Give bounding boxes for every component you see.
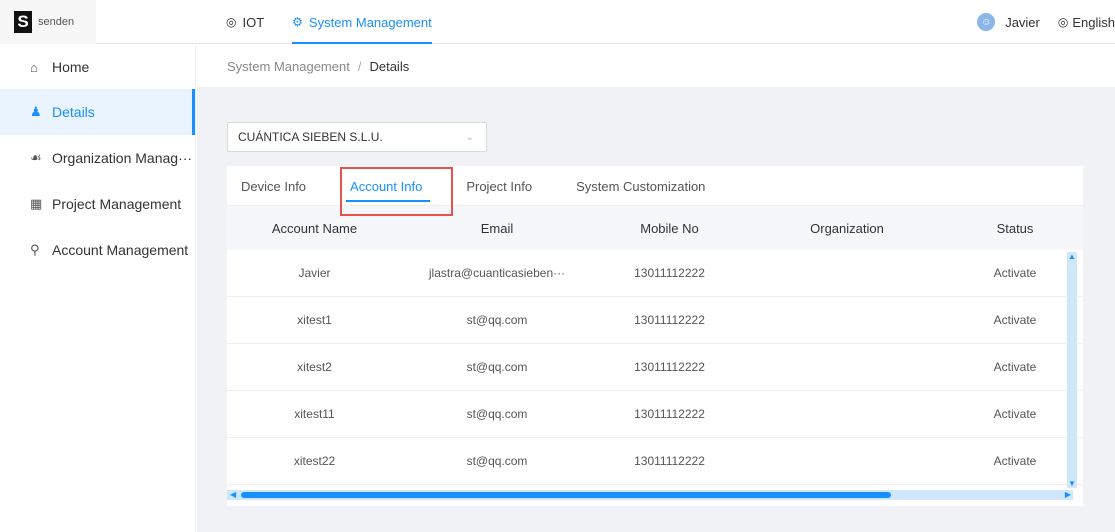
table-row[interactable]: xitest11 st@qq.com 13011112222 Activate: [227, 391, 1083, 438]
sidebar-item-details[interactable]: ♟ Details: [0, 89, 195, 135]
scroll-right-icon[interactable]: ▶: [1065, 490, 1071, 499]
column-header[interactable]: Account Name: [227, 221, 402, 236]
cell-account-name: xitest2: [297, 360, 332, 374]
topnav-label: System Management: [308, 14, 432, 30]
column-header[interactable]: Mobile No: [592, 221, 747, 236]
sidebar-item-label: Organization Manag···: [52, 150, 193, 166]
breadcrumb-current: Details: [369, 58, 410, 74]
scroll-up-icon[interactable]: ▲: [1068, 252, 1076, 261]
cell-status: Activate: [993, 454, 1037, 468]
sidebar-item-label: Home: [52, 59, 90, 75]
home-icon: ⌂: [30, 59, 38, 75]
user-area: ☺ Javier ◎ English: [977, 0, 1115, 44]
scroll-left-icon[interactable]: ◀: [230, 490, 236, 499]
horizontal-scrollbar[interactable]: ◀ ▶: [227, 490, 1073, 500]
chevron-down-icon: ⌄: [465, 131, 474, 143]
vertical-scrollbar[interactable]: ▲ ▼: [1067, 252, 1077, 488]
brand-logo[interactable]: S senden: [0, 0, 96, 44]
column-header[interactable]: Organization: [747, 221, 947, 236]
highlight-box: [340, 167, 453, 216]
cell-status: Activate: [993, 407, 1037, 421]
org-icon: ☙: [30, 150, 42, 165]
cell-account-name: xitest1: [297, 313, 332, 327]
details-icon: ♟: [30, 104, 42, 119]
vertical-scroll-thumb[interactable]: [1067, 264, 1077, 476]
gear-icon: ⚙: [292, 15, 303, 29]
table-body: Javier jlastra@cuanticasieben··· 1301111…: [227, 250, 1083, 490]
cell-account-name: xitest11: [294, 407, 335, 421]
avatar[interactable]: ☺: [977, 13, 996, 31]
sidebar-item-label: Account Management: [52, 242, 189, 258]
cell-account-name: Javier: [298, 266, 331, 280]
cell-email: st@qq.com: [466, 360, 528, 374]
topnav-label: IOT: [242, 14, 265, 30]
cell-mobile: 13011112222: [634, 454, 705, 468]
cell-status: Activate: [993, 266, 1037, 280]
cell-email: st@qq.com: [466, 313, 528, 327]
sidebar-item-home[interactable]: ⌂ Home: [0, 45, 195, 89]
sidebar-item-project-management[interactable]: ▦ Project Management: [0, 181, 195, 227]
top-bar: S senden ◎ IOT ⚙ System Management ☺ Jav…: [0, 0, 1115, 44]
globe-icon: ◎: [1057, 15, 1069, 29]
table-row[interactable]: xitest2 st@qq.com 13011112222 Activate: [227, 344, 1083, 391]
cell-status: Activate: [993, 313, 1037, 327]
topnav-item-system-management[interactable]: ⚙ System Management: [292, 0, 432, 44]
tab-system-customization[interactable]: System Customization: [576, 166, 719, 206]
table-row[interactable]: xitest1 st@qq.com 13011112222 Activate: [227, 297, 1083, 344]
sidebar-item-account-management[interactable]: ⚲ Account Management: [0, 227, 195, 273]
logo-text: senden: [38, 16, 75, 28]
table-row[interactable]: Javier jlastra@cuanticasieben··· 1301111…: [227, 250, 1083, 297]
sidebar-item-label: Details: [52, 104, 95, 120]
cell-mobile: 13011112222: [634, 360, 705, 374]
sidebar-item-organization[interactable]: ☙ Organization Manag···: [0, 135, 195, 181]
breadcrumb-parent[interactable]: System Management: [227, 59, 350, 74]
details-card: Device Info Account Info Project Info Sy…: [227, 166, 1083, 506]
top-nav: ◎ IOT ⚙ System Management: [226, 0, 460, 44]
user-icon: ⚲: [30, 242, 40, 257]
tab-project-info[interactable]: Project Info: [466, 166, 546, 206]
sidebar: ⌂ Home ♟ Details ☙ Organization Manag···…: [0, 45, 196, 532]
company-select[interactable]: CUÁNTICA SIEBEN S.L.U. ⌄: [227, 122, 487, 152]
scroll-down-icon[interactable]: ▼: [1068, 479, 1076, 488]
sidebar-item-label: Project Management: [52, 196, 182, 212]
globe-icon: ◎: [226, 15, 237, 29]
topnav-item-iot[interactable]: ◎ IOT: [226, 0, 264, 44]
horizontal-scroll-thumb[interactable]: [241, 492, 891, 498]
cell-account-name: xitest22: [293, 454, 336, 468]
main-content: System Management / Details CUÁNTICA SIE…: [197, 45, 1115, 532]
tab-device-info[interactable]: Device Info: [241, 166, 320, 206]
logo-mark: S: [14, 11, 32, 33]
cell-mobile: 13011112222: [634, 407, 705, 421]
cell-status: Activate: [993, 360, 1037, 374]
company-select-value: CUÁNTICA SIEBEN S.L.U.: [238, 130, 383, 144]
breadcrumb-separator: /: [357, 58, 362, 74]
table-row[interactable]: xitest22 st@qq.com 13011112222 Activate: [227, 438, 1083, 485]
cell-mobile: 13011112222: [634, 313, 705, 327]
language-switch[interactable]: ◎ English: [1058, 15, 1115, 30]
grid-icon: ▦: [30, 196, 43, 211]
cell-mobile: 13011112222: [634, 266, 705, 280]
column-header[interactable]: Email: [402, 221, 592, 236]
user-name[interactable]: Javier: [1005, 15, 1040, 30]
cell-email: st@qq.com: [466, 454, 528, 468]
cell-email: jlastra@cuanticasieben···: [428, 266, 566, 280]
column-header[interactable]: Status: [947, 221, 1083, 236]
language-label: English: [1072, 14, 1115, 30]
breadcrumb: System Management / Details: [197, 45, 1115, 87]
cell-email: st@qq.com: [466, 407, 528, 421]
